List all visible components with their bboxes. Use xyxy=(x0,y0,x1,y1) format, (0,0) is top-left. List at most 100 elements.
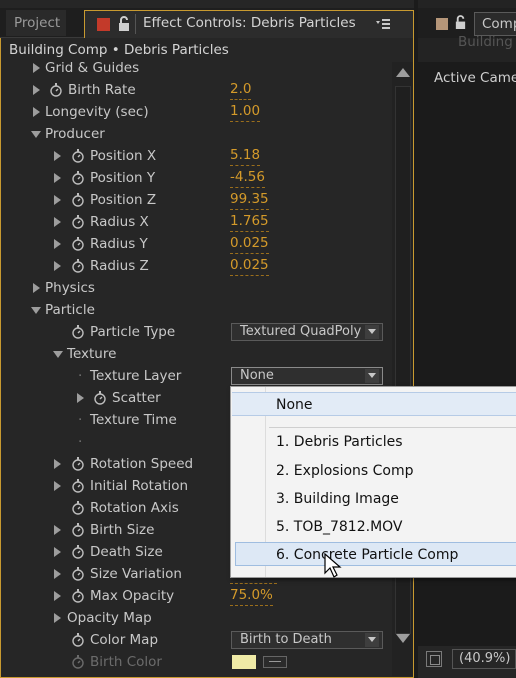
property-label: Grid & Guides xyxy=(45,62,140,76)
max-opacity-value[interactable]: 75.0% xyxy=(230,586,273,606)
property-row-grid-guides[interactable]: Grid & Guides xyxy=(1,62,391,79)
vertical-scrollbar[interactable] xyxy=(392,62,413,676)
stopwatch-icon[interactable] xyxy=(71,479,85,493)
stopwatch-icon[interactable] xyxy=(71,149,85,163)
expand-icon[interactable] xyxy=(54,525,61,535)
expand-icon[interactable] xyxy=(54,217,61,227)
property-label: Radius X xyxy=(90,214,149,230)
stopwatch-icon[interactable] xyxy=(71,171,85,185)
expand-icon[interactable] xyxy=(54,481,61,491)
chevron-down-icon[interactable] xyxy=(365,633,379,647)
stopwatch-icon[interactable] xyxy=(71,237,85,251)
stopwatch-icon[interactable] xyxy=(71,325,85,339)
menu-item-explosions-comp[interactable]: 2. Explosions Comp xyxy=(232,459,516,483)
collapse-icon[interactable] xyxy=(31,131,41,138)
expand-icon[interactable] xyxy=(54,261,61,271)
expand-icon[interactable] xyxy=(54,173,61,183)
birth-rate-value[interactable]: 2.0 xyxy=(230,80,252,100)
birth-color-swatch[interactable] xyxy=(232,655,256,669)
expand-icon[interactable] xyxy=(33,63,40,73)
property-row-texture-layer[interactable]: · Texture Layer None xyxy=(1,365,391,387)
stopwatch-icon[interactable] xyxy=(49,83,63,97)
expand-icon[interactable] xyxy=(54,195,61,205)
lock-icon[interactable] xyxy=(117,16,131,32)
dropdown-value: Birth to Death xyxy=(240,632,332,647)
expand-icon[interactable] xyxy=(77,393,84,403)
lock-icon[interactable] xyxy=(454,15,467,30)
property-row-radius-y[interactable]: Radius Y 0.025 xyxy=(1,233,391,255)
expand-icon[interactable] xyxy=(33,85,40,95)
radius-z-value[interactable]: 0.025 xyxy=(230,256,269,276)
property-group-particle[interactable]: Particle xyxy=(1,299,391,321)
property-group-texture[interactable]: Texture xyxy=(1,343,391,365)
stopwatch-icon[interactable] xyxy=(71,589,85,603)
close-panel-icon[interactable] xyxy=(97,18,110,31)
stopwatch-icon[interactable] xyxy=(71,457,85,471)
property-row-position-y[interactable]: Position Y -4.56 xyxy=(1,167,391,189)
menu-item-building-image[interactable]: 3. Building Image xyxy=(232,487,516,511)
scroll-up-arrow-icon[interactable] xyxy=(396,68,410,77)
collapse-icon[interactable] xyxy=(31,307,41,314)
position-z-value[interactable]: 99.35 xyxy=(230,190,269,210)
color-map-dropdown[interactable]: Birth to Death xyxy=(231,631,383,649)
property-row-birth-rate[interactable]: Birth Rate 2.0 xyxy=(1,79,391,101)
expand-icon[interactable] xyxy=(54,547,61,557)
property-group-opacity-map[interactable]: Opacity Map xyxy=(1,607,391,629)
property-row-max-opacity[interactable]: Max Opacity 75.0% xyxy=(1,585,391,607)
texture-layer-dropdown[interactable]: None xyxy=(231,367,383,385)
property-group-producer[interactable]: Producer xyxy=(1,123,391,145)
expand-icon[interactable] xyxy=(54,613,61,623)
composition-breadcrumb[interactable]: Building xyxy=(458,34,513,50)
tab-effect-controls[interactable]: Effect Controls: Debris Particles xyxy=(84,10,414,38)
expand-icon[interactable] xyxy=(33,283,40,293)
position-y-value[interactable]: -4.56 xyxy=(230,168,265,188)
expand-icon[interactable] xyxy=(54,239,61,249)
property-row-radius-z[interactable]: Radius Z 0.025 xyxy=(1,255,391,277)
expand-icon[interactable] xyxy=(54,591,61,601)
menu-item-concrete-particle-comp[interactable]: 6. Concrete Particle Comp xyxy=(235,542,516,566)
property-row-birth-color[interactable]: Birth Color xyxy=(1,651,391,673)
property-label: Position Y xyxy=(90,170,156,186)
expand-icon[interactable] xyxy=(54,569,61,579)
stopwatch-icon[interactable] xyxy=(71,655,85,669)
resolution-icon[interactable] xyxy=(426,651,442,667)
stopwatch-icon[interactable] xyxy=(71,215,85,229)
stopwatch-icon[interactable] xyxy=(71,259,85,273)
scroll-down-arrow-icon[interactable] xyxy=(396,634,410,643)
menu-item-none[interactable]: None xyxy=(232,392,516,416)
position-x-value[interactable]: 5.18 xyxy=(230,146,261,166)
panel-menu-icon[interactable] xyxy=(375,17,391,33)
stopwatch-icon[interactable] xyxy=(93,391,107,405)
chevron-down-icon[interactable] xyxy=(365,325,379,339)
menu-item-debris-particles[interactable]: 1. Debris Particles xyxy=(232,430,516,454)
tab-composition[interactable]: Comp xyxy=(474,12,516,36)
property-row-color-map[interactable]: Color Map Birth to Death xyxy=(1,629,391,651)
property-row-radius-x[interactable]: Radius X 1.765 xyxy=(1,211,391,233)
property-row-position-x[interactable]: Position X 5.18 xyxy=(1,145,391,167)
expand-icon[interactable] xyxy=(33,107,40,117)
radius-y-value[interactable]: 0.025 xyxy=(230,234,269,254)
stopwatch-icon[interactable] xyxy=(71,633,85,647)
property-group-physics[interactable]: Physics xyxy=(1,277,391,299)
stopwatch-icon[interactable] xyxy=(71,567,85,581)
expand-icon[interactable] xyxy=(54,151,61,161)
collapse-icon[interactable] xyxy=(53,351,63,358)
menu-item-tob-7812-mov[interactable]: 5. TOB_7812.MOV xyxy=(232,515,516,539)
tab-project[interactable]: Project xyxy=(6,10,66,36)
chevron-down-icon[interactable] xyxy=(365,369,379,383)
stopwatch-icon[interactable] xyxy=(71,193,85,207)
particle-type-dropdown[interactable]: Textured QuadPoly xyxy=(231,323,383,341)
stopwatch-icon[interactable] xyxy=(71,523,85,537)
longevity-value[interactable]: 1.00 xyxy=(230,102,261,122)
stopwatch-icon[interactable] xyxy=(71,545,85,559)
property-label: Texture xyxy=(67,346,117,362)
property-row-longevity[interactable]: Longevity (sec) 1.00 xyxy=(1,101,391,123)
stopwatch-icon[interactable] xyxy=(71,501,85,515)
property-row-particle-type[interactable]: Particle Type Textured QuadPoly xyxy=(1,321,391,343)
expand-icon[interactable] xyxy=(54,459,61,469)
zoom-dropdown[interactable]: (40.9%) xyxy=(452,649,516,669)
mouse-cursor-icon xyxy=(324,553,342,578)
property-row-position-z[interactable]: Position Z 99.35 xyxy=(1,189,391,211)
eyedropper-button[interactable] xyxy=(263,656,287,668)
radius-x-value[interactable]: 1.765 xyxy=(230,212,269,232)
